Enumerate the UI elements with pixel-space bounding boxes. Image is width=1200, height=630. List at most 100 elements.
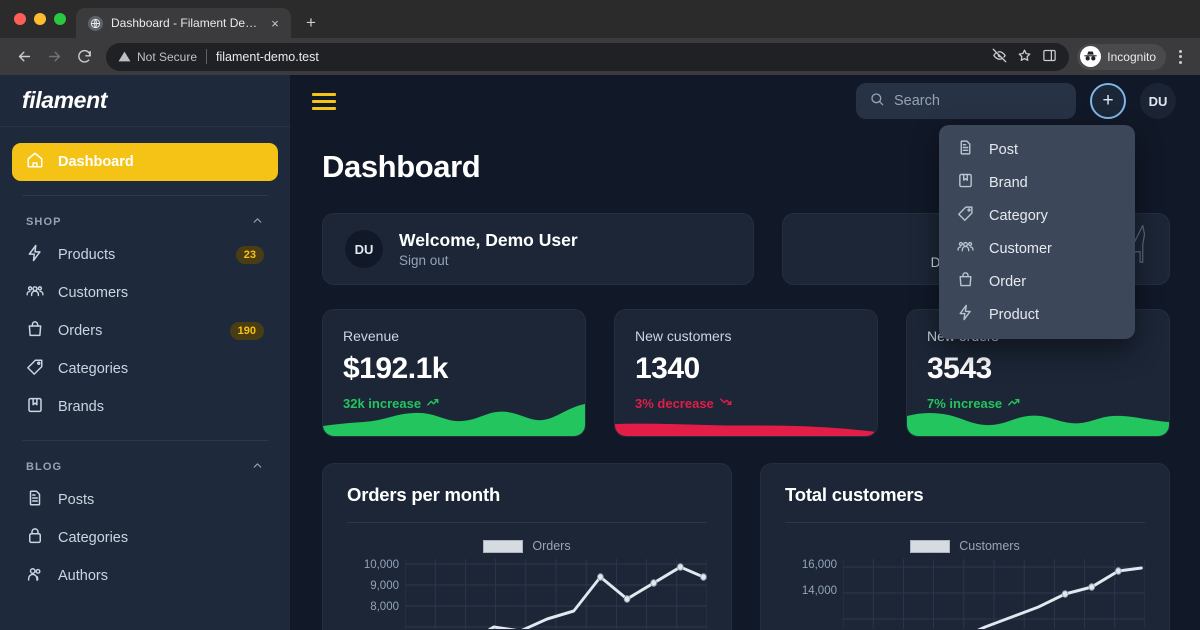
- window-controls: [12, 0, 76, 38]
- star-icon[interactable]: [1017, 48, 1032, 66]
- browser-toolbar: Not Secure filament-demo.test Incognito: [0, 38, 1200, 75]
- welcome-greeting: Welcome, Demo User: [399, 230, 578, 250]
- security-status-label: Not Secure: [137, 49, 198, 64]
- chart-title: Orders per month: [347, 484, 501, 505]
- dropdown-item-customer[interactable]: Customer: [939, 232, 1135, 265]
- url-text: filament-demo.test: [216, 49, 319, 64]
- address-bar[interactable]: Not Secure filament-demo.test: [106, 42, 1070, 71]
- kebab-menu-icon[interactable]: [1168, 45, 1192, 69]
- y-tick: 9,000: [370, 580, 399, 592]
- chevron-up-icon[interactable]: [251, 214, 264, 230]
- tab-strip: Dashboard - Filament Demo × +: [0, 0, 1200, 38]
- sidebar-item-customers[interactable]: Customers: [12, 274, 278, 312]
- sidebar-item-label: Brands: [58, 399, 104, 415]
- side-panel-icon[interactable]: [1042, 48, 1057, 66]
- sparkline-revenue: [323, 396, 585, 436]
- close-window-button[interactable]: [14, 13, 26, 25]
- main-area: Search + DU Dashboard DU Welcome, Demo U…: [290, 75, 1200, 630]
- sidebar-item-brands[interactable]: Brands: [12, 388, 278, 426]
- hamburger-icon[interactable]: [312, 92, 336, 110]
- sidebar-item-authors[interactable]: Authors: [12, 557, 278, 595]
- search-input[interactable]: Search: [856, 83, 1076, 119]
- plot-area: [405, 559, 707, 629]
- back-arrow-icon[interactable]: [10, 43, 38, 71]
- search-icon: [869, 91, 885, 111]
- bag-icon: [26, 320, 44, 342]
- dropdown-item-brand[interactable]: Brand: [939, 166, 1135, 199]
- document-icon: [26, 489, 44, 511]
- dropdown-item-label: Product: [989, 306, 1039, 323]
- sidebar-item-dashboard[interactable]: Dashboard: [12, 143, 278, 181]
- globe-icon: [88, 15, 103, 31]
- dropdown-item-post[interactable]: Post: [939, 133, 1135, 166]
- sidebar-item-orders[interactable]: Orders 190: [12, 312, 278, 350]
- dropdown-item-label: Brand: [989, 174, 1028, 191]
- chevron-up-icon[interactable]: [251, 459, 264, 475]
- close-tab-button[interactable]: ×: [267, 15, 283, 31]
- dropdown-item-product[interactable]: Product: [939, 298, 1135, 331]
- sparkline-new-customers: [615, 396, 877, 436]
- sign-out-link[interactable]: Sign out: [399, 253, 578, 268]
- stat-label: Revenue: [343, 328, 400, 344]
- brand-logo[interactable]: filament: [0, 75, 290, 127]
- sidebar-nav: Dashboard SHOP Products 23 Customers Ord…: [0, 127, 290, 595]
- sidebar-item-categories-shop[interactable]: Categories: [12, 350, 278, 388]
- sparkline-new-orders: [907, 396, 1169, 436]
- plot-area: [843, 559, 1145, 629]
- tab-title: Dashboard - Filament Demo: [111, 16, 259, 30]
- stat-card-revenue: Revenue $192.1k 32k increase: [322, 309, 586, 437]
- sidebar: filament Dashboard SHOP Products 23 Cust…: [0, 75, 290, 630]
- sidebar-item-label: Products: [58, 247, 116, 263]
- sidebar-group-blog[interactable]: BLOG: [12, 455, 278, 481]
- sidebar-badge: 190: [229, 321, 264, 341]
- profile-label: Incognito: [1107, 49, 1156, 64]
- new-tab-button[interactable]: +: [297, 9, 325, 37]
- create-new-button[interactable]: +: [1090, 83, 1126, 119]
- sidebar-divider: [22, 195, 268, 196]
- maximize-window-button[interactable]: [54, 13, 66, 25]
- reload-icon[interactable]: [70, 43, 98, 71]
- eye-off-icon[interactable]: [992, 48, 1007, 66]
- y-axis: 10,000 9,000 8,000: [347, 559, 405, 629]
- sidebar-item-label: Posts: [58, 492, 95, 508]
- sidebar-item-products[interactable]: Products 23: [12, 236, 278, 274]
- omnibox-actions: [992, 48, 1057, 66]
- tag-icon: [26, 358, 44, 380]
- sidebar-group-label: SHOP: [26, 216, 62, 228]
- users-icon: [26, 282, 44, 304]
- sidebar-item-categories-blog[interactable]: Categories: [12, 519, 278, 557]
- stat-value: $192.1k: [343, 352, 448, 385]
- sidebar-group-label: BLOG: [26, 461, 63, 473]
- chart-title: Total customers: [785, 484, 924, 505]
- bookmark-icon: [957, 172, 974, 193]
- stat-label: New customers: [635, 328, 732, 344]
- sidebar-group-shop[interactable]: SHOP: [12, 210, 278, 236]
- y-tick: 16,000: [801, 559, 837, 571]
- legend-label: Customers: [959, 539, 1020, 553]
- not-secure-warning-icon: [118, 50, 131, 63]
- chart-legend: Orders: [347, 539, 707, 553]
- document-icon: [957, 139, 974, 160]
- dropdown-item-order[interactable]: Order: [939, 265, 1135, 298]
- stat-value: 3543: [927, 352, 992, 385]
- y-axis: 16,000 14,000: [785, 559, 843, 629]
- bookmark-icon: [26, 396, 44, 418]
- archive-icon: [26, 527, 44, 549]
- user-avatar[interactable]: DU: [1140, 83, 1176, 119]
- browser-tab[interactable]: Dashboard - Filament Demo ×: [76, 8, 291, 38]
- tag-icon: [957, 205, 974, 226]
- search-placeholder: Search: [894, 93, 940, 109]
- profile-button[interactable]: Incognito: [1077, 43, 1166, 70]
- y-tick: 8,000: [370, 601, 399, 613]
- minimize-window-button[interactable]: [34, 13, 46, 25]
- divider: [785, 522, 1145, 523]
- dropdown-item-category[interactable]: Category: [939, 199, 1135, 232]
- dropdown-item-label: Customer: [989, 240, 1052, 257]
- divider: [347, 522, 707, 523]
- sidebar-item-label: Customers: [58, 285, 129, 301]
- forward-arrow-icon[interactable]: [40, 43, 68, 71]
- bag-icon: [957, 271, 974, 292]
- sidebar-item-posts[interactable]: Posts: [12, 481, 278, 519]
- users-icon: [26, 565, 44, 587]
- dropdown-item-label: Category: [989, 207, 1048, 224]
